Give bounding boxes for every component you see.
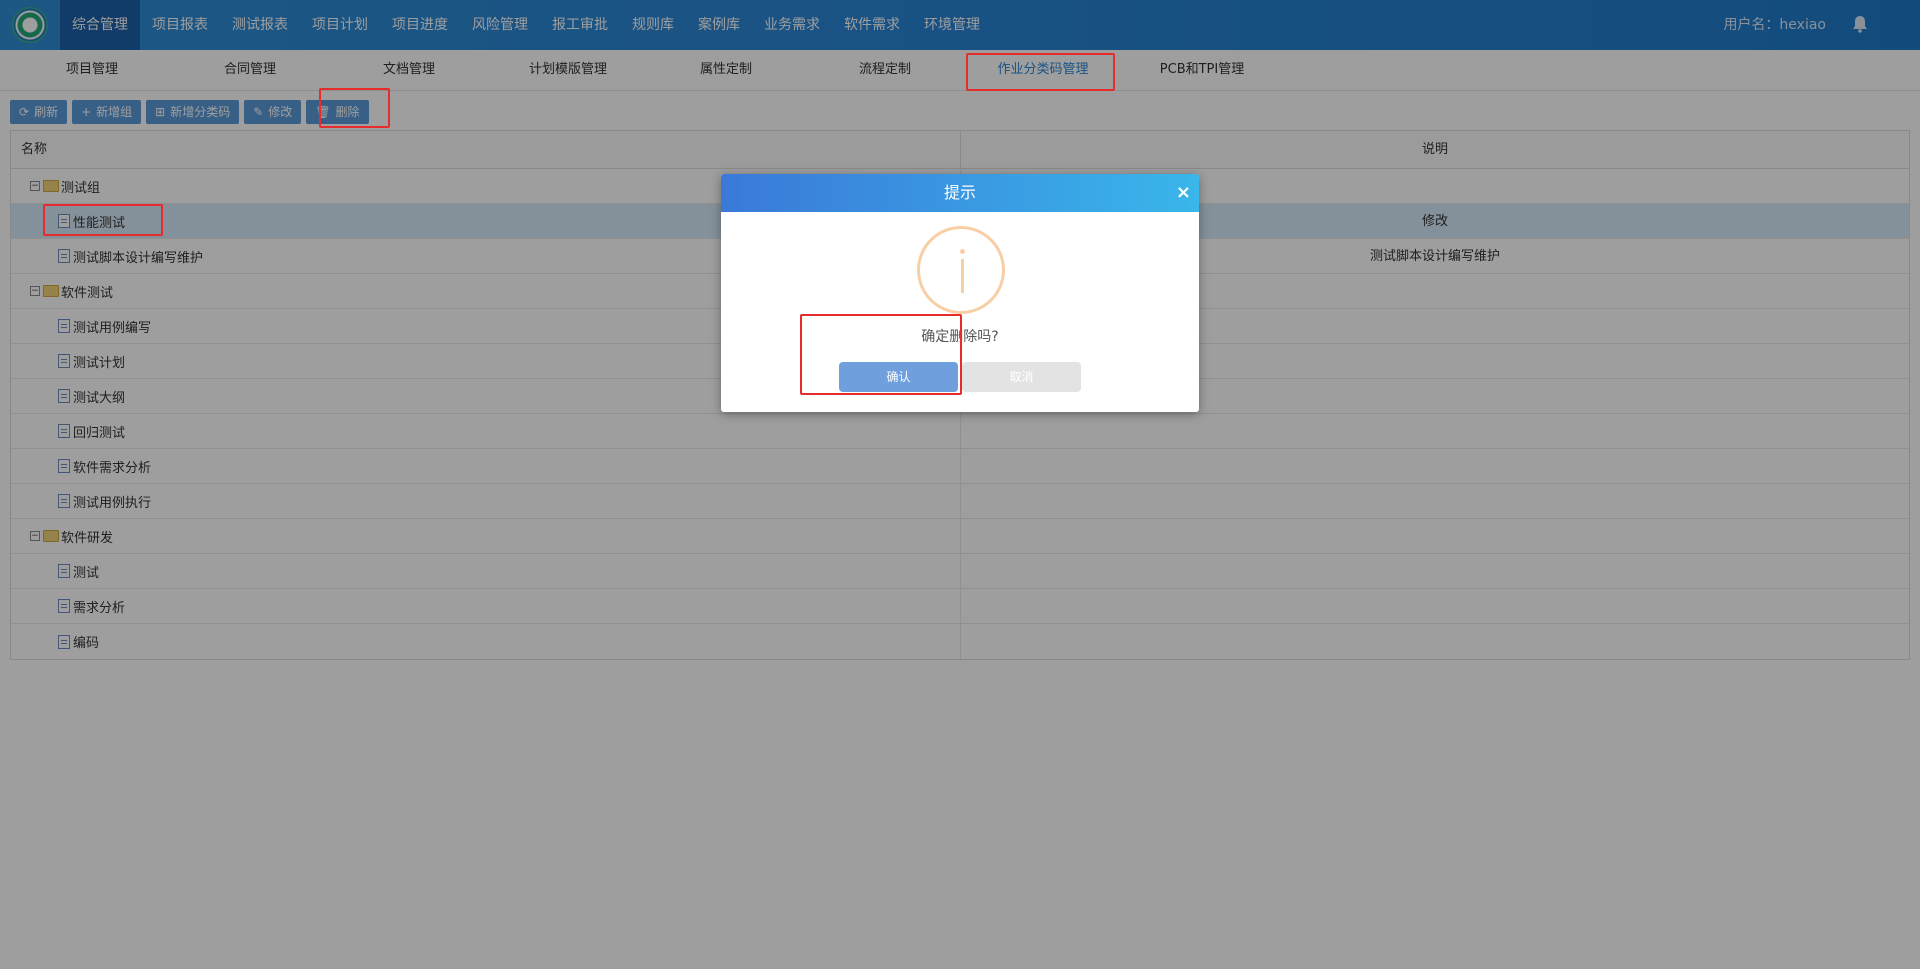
modal-overlay xyxy=(0,0,1920,969)
dialog-header: 提示 × xyxy=(721,174,1199,212)
dialog-title: 提示 xyxy=(943,183,976,202)
highlight-box-row xyxy=(43,204,163,236)
highlight-box-dialog xyxy=(800,314,962,395)
info-icon xyxy=(917,226,1005,314)
info-bar xyxy=(961,259,964,293)
cancel-button[interactable]: 取消 xyxy=(962,362,1081,392)
info-dot xyxy=(960,249,965,254)
highlight-box-subnav xyxy=(966,53,1115,91)
close-icon[interactable]: × xyxy=(1176,174,1191,212)
highlight-box-delete xyxy=(319,88,390,128)
